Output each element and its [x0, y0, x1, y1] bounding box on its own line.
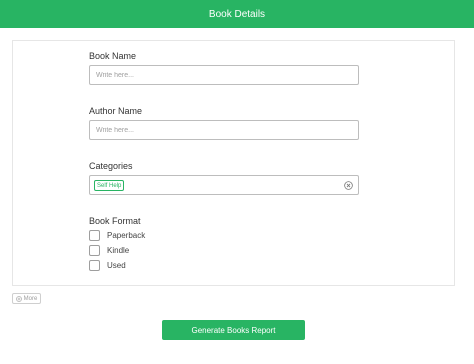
- format-option-paperback[interactable]: Paperback: [89, 229, 145, 241]
- used-label: Used: [107, 260, 126, 270]
- author-name-label: Author Name: [89, 106, 143, 116]
- kindle-label: Kindle: [107, 245, 130, 255]
- book-format-label: Book Format: [89, 216, 141, 226]
- plus-circle-icon: [15, 295, 22, 302]
- page-title: Book Details: [208, 8, 266, 20]
- generate-books-report-button[interactable]: Generate Books Report: [162, 320, 305, 340]
- header-bar: Book Details: [0, 0, 474, 28]
- book-name-input[interactable]: [89, 65, 359, 85]
- more-button[interactable]: More: [12, 293, 41, 304]
- categories-multiselect[interactable]: Self Help: [89, 175, 359, 195]
- kindle-checkbox[interactable]: [89, 244, 100, 256]
- paperback-checkbox[interactable]: [89, 229, 100, 241]
- categories-label: Categories: [89, 161, 133, 171]
- book-name-label: Book Name: [89, 51, 137, 61]
- format-option-used[interactable]: Used: [89, 259, 126, 271]
- author-name-input[interactable]: [89, 120, 359, 140]
- clear-circle-icon[interactable]: [344, 181, 353, 190]
- category-tag-self-help[interactable]: Self Help: [94, 180, 125, 191]
- format-option-kindle[interactable]: Kindle: [89, 244, 129, 256]
- more-button-label: More: [23, 295, 38, 302]
- used-checkbox[interactable]: [89, 259, 100, 271]
- paperback-label: Paperback: [107, 230, 146, 240]
